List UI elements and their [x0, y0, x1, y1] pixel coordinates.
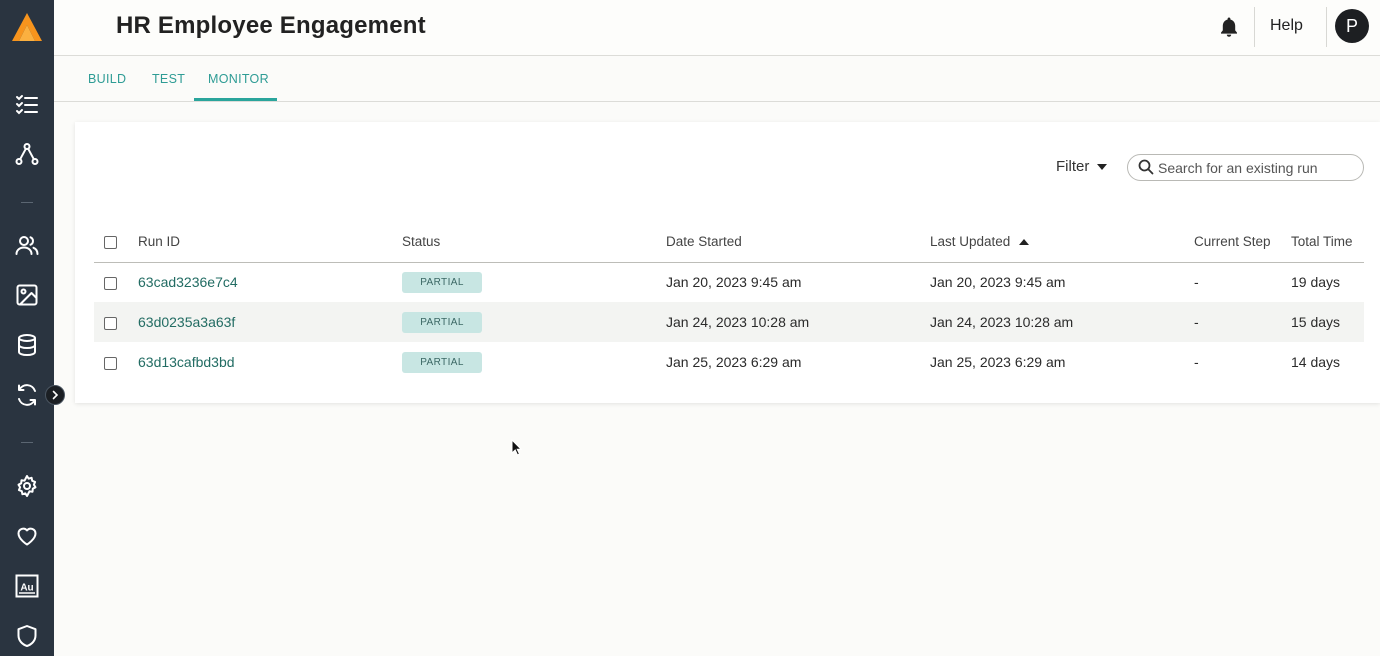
run-id-link[interactable]: 63d0235a3a63f — [138, 314, 235, 330]
users-icon — [15, 236, 39, 255]
total-time-cell: 14 days — [1291, 354, 1341, 370]
current-step-cell: - — [1194, 274, 1199, 291]
current-step-cell: - — [1194, 354, 1199, 370]
select-all-checkbox[interactable] — [104, 236, 117, 250]
row-checkbox[interactable] — [104, 316, 117, 330]
column-header-last-updated-label: Last Updated — [930, 234, 1011, 250]
sidebar-item-users[interactable] — [0, 225, 54, 265]
row-checkbox[interactable] — [104, 356, 117, 370]
caret-down-icon — [1097, 163, 1108, 170]
heart-icon — [17, 527, 37, 546]
status-badge: PARTIAL — [402, 351, 482, 373]
table-row: 63d13cafbd3bd PARTIAL Jan 25, 2023 6:29 … — [94, 342, 1364, 382]
help-link[interactable]: Help — [1270, 17, 1303, 35]
status-badge: PARTIAL — [402, 271, 482, 293]
table-row: 63cad3236e7c4 PARTIAL Jan 20, 2023 9:45 … — [94, 262, 1364, 302]
chevron-right-icon — [52, 390, 59, 400]
row-checkbox[interactable] — [104, 277, 117, 291]
mouse-cursor-icon — [511, 439, 522, 456]
sidebar-item-security[interactable] — [0, 616, 54, 656]
runs-card: Filter Run ID Status Date Started Last U… — [75, 122, 1380, 403]
tab-test[interactable]: TEST — [152, 72, 185, 86]
sidebar-item-settings[interactable] — [0, 466, 54, 506]
app-logo[interactable] — [0, 0, 54, 54]
notifications-button[interactable] — [1216, 14, 1242, 40]
column-header-run-id[interactable]: Run ID — [138, 222, 402, 263]
total-time-cell: 19 days — [1291, 274, 1341, 291]
top-header: HR Employee Engagement Help P — [54, 0, 1380, 56]
run-id-link[interactable]: 63cad3236e7c4 — [138, 274, 238, 290]
active-tab-indicator — [194, 98, 277, 101]
last-updated-cell: Jan 20, 2023 9:45 am — [930, 274, 1066, 291]
header-divider — [1326, 7, 1327, 47]
sort-ascending-icon — [1019, 238, 1030, 245]
page-title: HR Employee Engagement — [116, 12, 426, 39]
total-time-cell: 15 days — [1291, 302, 1364, 342]
workflow-icon — [15, 143, 39, 165]
column-header-status[interactable]: Status — [402, 222, 666, 263]
user-avatar[interactable]: P — [1335, 9, 1369, 43]
header-divider — [1254, 7, 1255, 47]
search-icon — [1138, 159, 1154, 175]
tab-monitor[interactable]: MONITOR — [208, 72, 269, 86]
run-id-link[interactable]: 63d13cafbd3bd — [138, 354, 235, 370]
filter-label: Filter — [1056, 158, 1090, 175]
column-header-total-time[interactable]: Total Time — [1291, 222, 1364, 263]
sidebar-item-workflow[interactable] — [0, 134, 54, 174]
svg-text:Au: Au — [20, 583, 33, 594]
tab-bar: BUILD TEST MONITOR — [54, 57, 1380, 102]
sync-icon — [18, 384, 36, 406]
search-input[interactable] — [1158, 158, 1358, 178]
sidebar-expand-button[interactable] — [45, 385, 65, 405]
sidebar: Au — [0, 0, 65, 656]
runs-table: Run ID Status Date Started Last Updated … — [94, 222, 1364, 382]
column-header-date-started[interactable]: Date Started — [666, 222, 930, 263]
filter-dropdown[interactable]: Filter — [1056, 158, 1108, 175]
sidebar-item-favorites[interactable] — [0, 516, 54, 556]
column-header-current-step[interactable]: Current Step — [1194, 222, 1291, 263]
shield-icon — [17, 625, 37, 647]
table-row: 63d0235a3a63f PARTIAL Jan 24, 2023 10:28… — [94, 302, 1364, 342]
sidebar-item-data[interactable] — [0, 325, 54, 365]
last-updated-cell: Jan 25, 2023 6:29 am — [930, 354, 1066, 370]
checklist-icon — [16, 95, 38, 115]
date-started-cell: Jan 25, 2023 6:29 am — [666, 354, 802, 370]
date-started-cell: Jan 24, 2023 10:28 am — [666, 302, 930, 342]
bell-icon — [1221, 17, 1237, 37]
search-box[interactable] — [1127, 154, 1364, 181]
sidebar-separator — [21, 202, 33, 203]
column-header-last-updated[interactable]: Last Updated — [930, 222, 1194, 263]
au-icon: Au — [15, 574, 39, 598]
database-icon — [18, 334, 36, 357]
tab-build[interactable]: BUILD — [88, 72, 126, 86]
sidebar-item-images[interactable] — [0, 275, 54, 315]
current-step-cell: - — [1194, 302, 1291, 342]
last-updated-cell: Jan 24, 2023 10:28 am — [930, 302, 1194, 342]
sidebar-item-au[interactable]: Au — [0, 566, 54, 606]
date-started-cell: Jan 20, 2023 9:45 am — [666, 274, 802, 291]
image-icon — [16, 284, 38, 306]
status-badge: PARTIAL — [402, 311, 482, 333]
settings-icon — [17, 475, 37, 497]
sidebar-separator — [21, 442, 33, 443]
logo-icon — [12, 13, 42, 41]
table-header-row: Run ID Status Date Started Last Updated … — [94, 222, 1364, 263]
sidebar-item-tasks[interactable] — [0, 84, 54, 124]
